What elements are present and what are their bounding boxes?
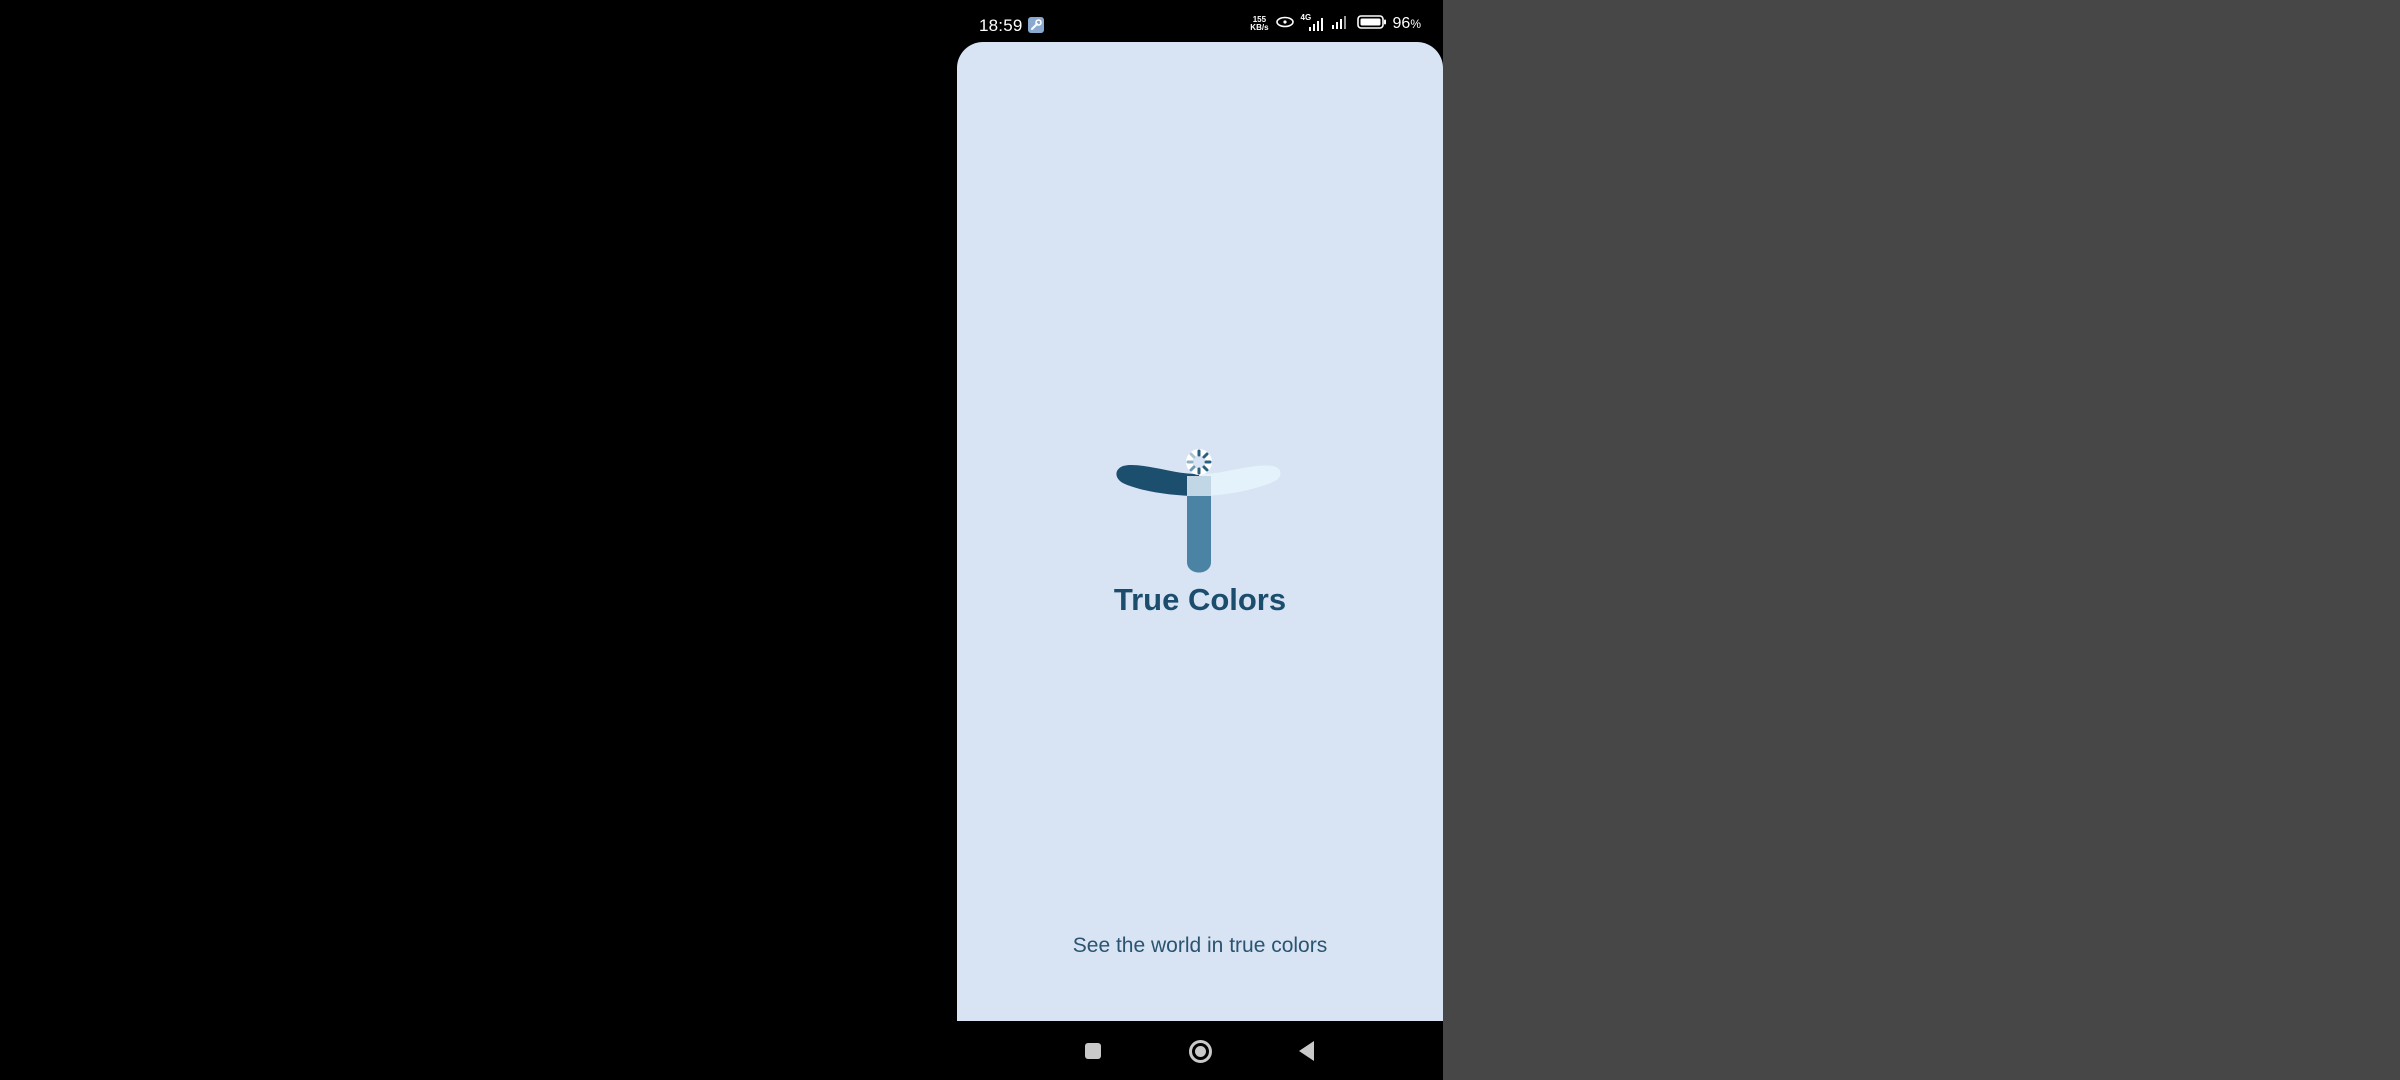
hotspot-icon — [1275, 15, 1295, 34]
app-title: True Colors — [1113, 582, 1287, 617]
battery-percent-unit: % — [1410, 17, 1421, 31]
battery-percentage: 96% — [1393, 15, 1421, 33]
signal-icon — [1331, 14, 1351, 35]
circle-icon — [1188, 1039, 1212, 1063]
back-button[interactable] — [1290, 1035, 1322, 1067]
splash-screen: True Colors See the world in true colors — [957, 42, 1443, 1021]
battery-icon — [1356, 14, 1387, 34]
home-button[interactable] — [1184, 1035, 1216, 1067]
navigation-bar — [957, 1021, 1443, 1080]
status-bar: 18:59 155 KB/s 4G 96% — [957, 0, 1443, 42]
signal-4g-icon: 4G — [1301, 13, 1325, 33]
app-tagline: See the world in true colors — [1072, 934, 1328, 957]
network-speed: 155 KB/s — [1250, 16, 1268, 32]
phone-frame: 18:59 155 KB/s 4G 96% True Colors See th… — [957, 0, 1443, 1080]
triangle-back-icon — [1298, 1041, 1314, 1061]
loading-spinner-icon — [1186, 449, 1212, 475]
network-speed-unit: KB/s — [1250, 23, 1269, 32]
battery-percent-value: 96 — [1392, 15, 1411, 32]
status-time: 18:59 — [979, 16, 1023, 35]
left-black-area — [0, 0, 957, 1080]
status-icons: 155 KB/s 4G 96% — [1250, 13, 1421, 35]
app-logo-icon — [1116, 449, 1281, 573]
wrench-icon — [1028, 17, 1044, 33]
right-gray-area — [1443, 0, 2400, 1080]
recents-button[interactable] — [1077, 1035, 1109, 1067]
square-icon — [1085, 1043, 1101, 1059]
